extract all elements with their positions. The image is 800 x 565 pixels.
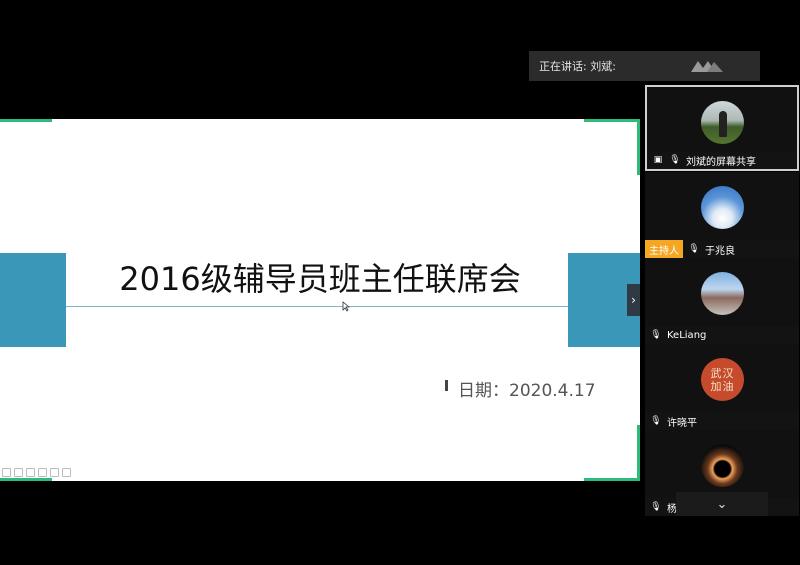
slide-corner-decoration xyxy=(637,119,640,175)
avatar: 武汉 加油 xyxy=(701,358,744,401)
screen-share-icon: ▣ xyxy=(653,155,663,165)
participant-tile[interactable]: ▣ 🎙 刘斌的屏幕共享 xyxy=(645,85,799,171)
participant-tile[interactable]: 🎙 KeLiang xyxy=(645,258,799,344)
next-page-button[interactable]: › xyxy=(627,284,640,316)
participant-name: 刘斌的屏幕共享 xyxy=(686,156,756,168)
participant-name-bar: 🎙 许晓平 xyxy=(645,412,799,430)
shared-screen-slide: 2016级辅导员班主任联席会 日期：2020.4.17 xyxy=(0,119,640,481)
microphone-icon: 🎙 xyxy=(669,155,681,165)
chevron-right-icon: › xyxy=(631,293,636,307)
microphone-muted-icon: 🎙 xyxy=(650,416,662,426)
slide-annotation-toolbar[interactable] xyxy=(2,468,71,477)
participant-name-bar: 主持人 🎙 于兆良 xyxy=(645,240,799,258)
collapse-participants-button[interactable]: ⌄ xyxy=(676,492,768,516)
participant-tile[interactable]: 主持人 🎙 于兆良 xyxy=(645,172,799,258)
avatar xyxy=(701,101,744,144)
participant-name: 于兆良 xyxy=(705,245,735,257)
slide-corner-decoration xyxy=(584,478,640,481)
host-badge: 主持人 xyxy=(645,240,683,258)
pen-icon[interactable] xyxy=(2,468,11,477)
highlighter-icon[interactable] xyxy=(14,468,23,477)
participant-name: 许晓平 xyxy=(667,417,697,429)
avatar-text: 武汉 xyxy=(710,366,735,380)
avatar xyxy=(701,272,744,315)
slide-date: 日期：2020.4.17 xyxy=(458,381,596,401)
participant-name-bar: ▣ 🎙 刘斌的屏幕共享 xyxy=(647,151,797,169)
participants-panel[interactable]: ▣ 🎙 刘斌的屏幕共享 主持人 🎙 于兆良 🎙 KeLiang 武汉 加油 🎙 许… xyxy=(645,85,800,517)
participant-name-bar: 🎙 KeLiang xyxy=(645,326,799,344)
microphone-muted-icon: 🎙 xyxy=(650,330,662,340)
slide-title-rule xyxy=(66,306,568,307)
avatar xyxy=(701,444,744,487)
participant-name: KeLiang xyxy=(667,329,707,341)
microphone-icon: 🎙 xyxy=(688,244,700,254)
slide-corner-decoration xyxy=(637,425,640,481)
eraser-icon[interactable] xyxy=(38,468,47,477)
pointer-icon[interactable] xyxy=(50,468,59,477)
avatar-text: 加油 xyxy=(710,379,735,393)
app-logo-icon xyxy=(691,61,723,72)
participant-tile[interactable]: 武汉 加油 🎙 许晓平 xyxy=(645,344,799,430)
active-speaker-banner: 正在讲话: 刘斌: xyxy=(529,51,760,81)
chevron-down-icon: ⌄ xyxy=(716,496,728,512)
date-marker xyxy=(445,380,448,391)
camera-icon[interactable] xyxy=(62,468,71,477)
slide-corner-decoration xyxy=(0,478,52,481)
slide-corner-decoration xyxy=(0,119,52,122)
slide-corner-decoration xyxy=(584,119,640,122)
shape-icon[interactable] xyxy=(26,468,35,477)
mouse-cursor-icon xyxy=(342,301,350,312)
microphone-muted-icon: 🎙 xyxy=(650,502,662,512)
avatar xyxy=(701,186,744,229)
active-speaker-label: 正在讲话: 刘斌: xyxy=(539,60,616,73)
slide-title: 2016级辅导员班主任联席会 xyxy=(119,260,521,298)
